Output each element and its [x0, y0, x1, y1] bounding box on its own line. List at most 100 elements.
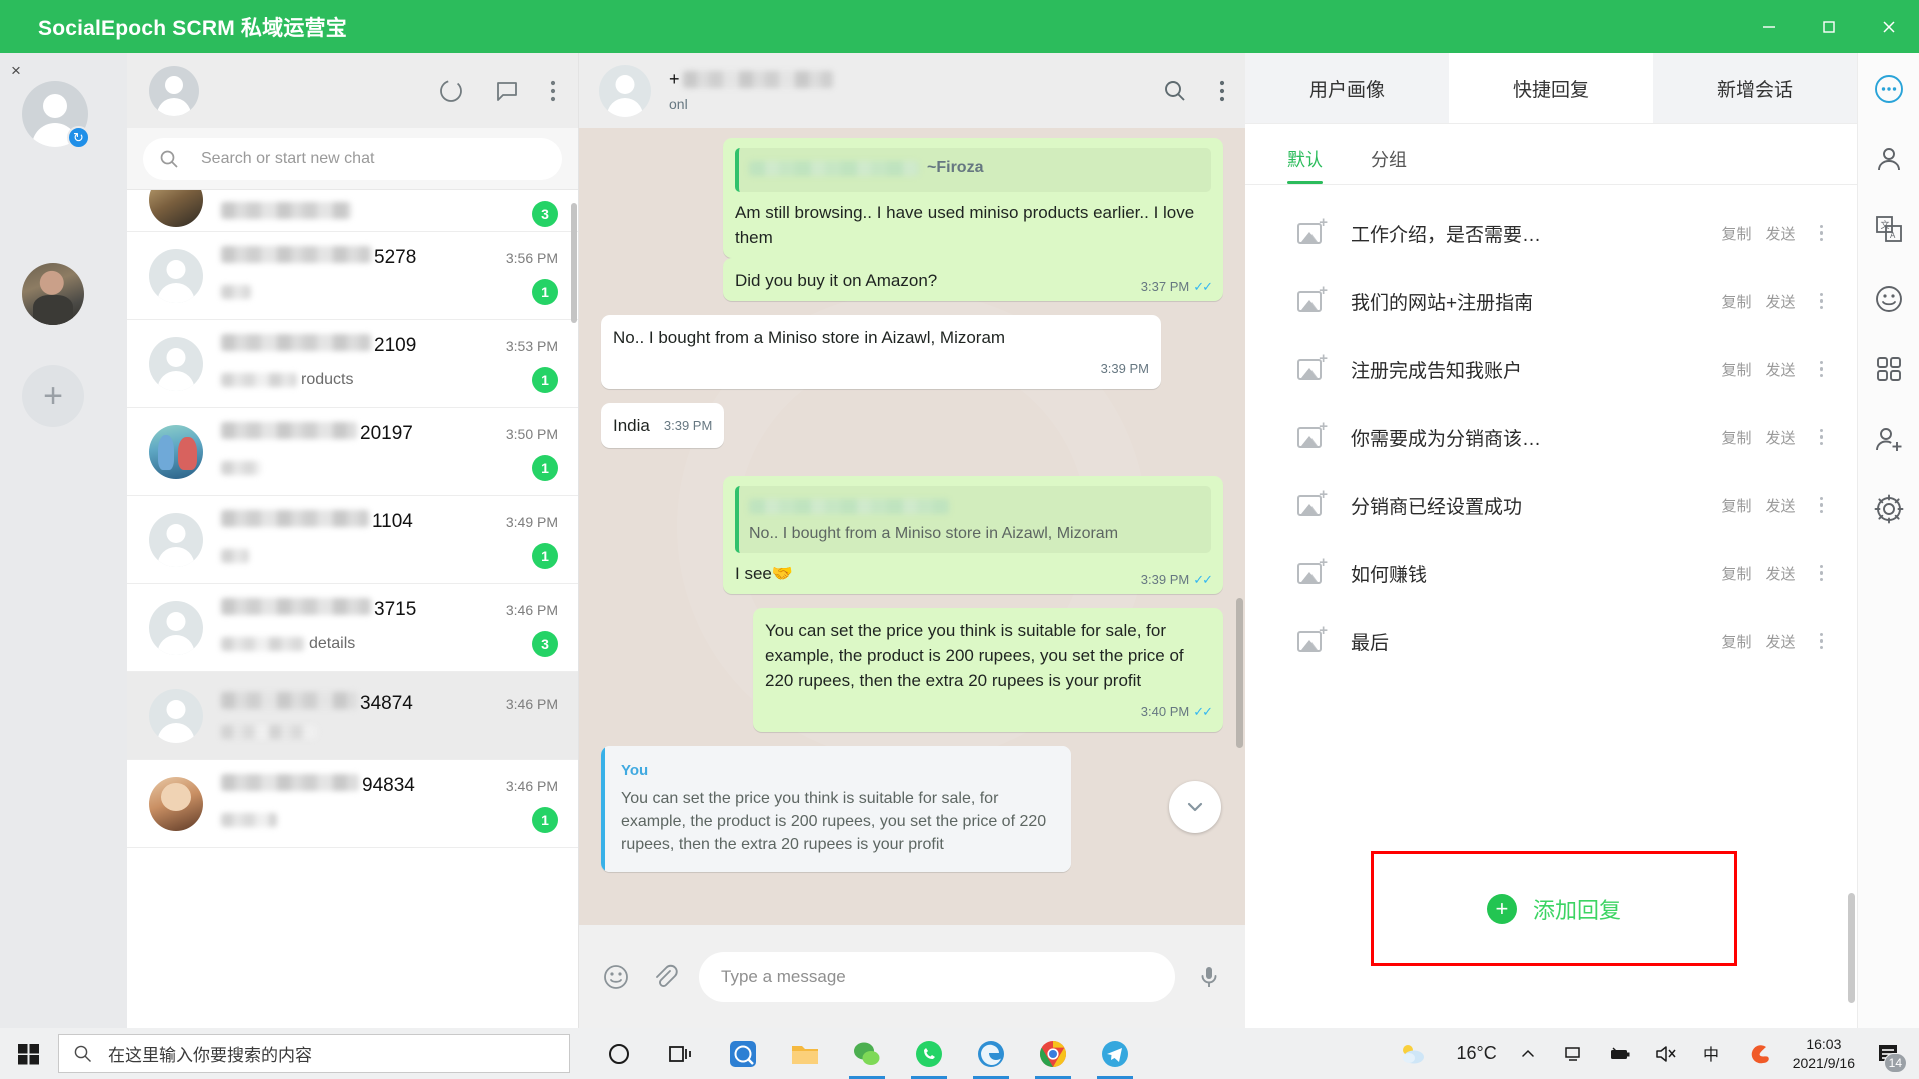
task-view-icon[interactable] — [654, 1028, 708, 1079]
kebab-menu-icon[interactable] — [550, 79, 556, 103]
send-button[interactable]: 发送 — [1765, 427, 1795, 448]
list-item[interactable]: 2109 3:53 PM roducts 1 — [127, 320, 578, 408]
apps-grid-icon[interactable] — [1867, 347, 1911, 391]
copy-button[interactable]: 复制 — [1721, 359, 1751, 380]
app-title: SocialEpoch SCRM 私域运营宝 — [38, 16, 347, 40]
subtab-default[interactable]: 默认 — [1287, 146, 1323, 184]
chevron-down-icon[interactable] — [1169, 781, 1221, 833]
send-button[interactable]: 发送 — [1765, 495, 1795, 516]
unread-badge: 3 — [532, 631, 558, 657]
message-text: Did you buy it on Amazon? — [735, 271, 938, 290]
rail-account-photo[interactable] — [22, 263, 84, 325]
new-chat-icon[interactable] — [494, 78, 520, 104]
kebab-menu-icon[interactable] — [1219, 79, 1225, 103]
message-text: Am still browsing.. I have used miniso p… — [735, 203, 1195, 247]
chat-bubble-icon[interactable] — [1867, 67, 1911, 111]
clock[interactable]: 16:03 2021/9/16 — [1793, 1035, 1855, 1073]
rail-active-account[interactable]: ↻ — [22, 81, 90, 149]
telegram-icon[interactable] — [1088, 1028, 1142, 1079]
messages-area[interactable]: ~Firoza Am still browsing.. I have used … — [579, 128, 1245, 925]
send-button[interactable]: 发送 — [1765, 563, 1795, 584]
list-item[interactable]: 3 — [127, 190, 578, 232]
scrm-scrollbar[interactable] — [1848, 893, 1855, 1003]
minimize-icon[interactable] — [1739, 0, 1799, 53]
list-item[interactable]: + 你需要成为分销商该… 复制 发送 — [1245, 403, 1857, 471]
copy-button[interactable]: 复制 — [1721, 291, 1751, 312]
conversation-scrollbar[interactable] — [1236, 598, 1243, 748]
sogou-icon[interactable] — [1743, 1028, 1777, 1079]
list-item[interactable]: + 如何赚钱 复制 发送 — [1245, 539, 1857, 607]
rail-close-icon[interactable]: × — [6, 61, 26, 81]
chat-list-scrollbar[interactable] — [571, 203, 577, 323]
avatar[interactable] — [599, 64, 651, 117]
add-reply-button[interactable]: + 添加回复 — [1371, 851, 1737, 966]
taskbar-search-input[interactable]: 在这里输入你要搜索的内容 — [58, 1034, 570, 1073]
chrome-icon[interactable] — [1026, 1028, 1080, 1079]
tab-user-profile[interactable]: 用户画像 — [1245, 53, 1449, 123]
edge-icon[interactable] — [964, 1028, 1018, 1079]
close-icon[interactable] — [1859, 0, 1919, 53]
copy-button[interactable]: 复制 — [1721, 427, 1751, 448]
add-user-icon[interactable] — [1867, 417, 1911, 461]
translate-icon[interactable]: 文A — [1867, 207, 1911, 251]
notification-icon[interactable]: 14 — [1871, 1037, 1907, 1073]
chevron-up-icon[interactable] — [1513, 1028, 1543, 1079]
kebab-menu-icon[interactable] — [1819, 360, 1823, 378]
list-item[interactable]: 34874 3:46 PM — [127, 672, 578, 760]
send-button[interactable]: 发送 — [1765, 359, 1795, 380]
list-item[interactable]: 94834 3:46 PM 1 — [127, 760, 578, 848]
cortana-circle-icon[interactable] — [592, 1028, 646, 1079]
settings-gear-icon[interactable] — [1867, 487, 1911, 531]
whatsapp-icon[interactable] — [902, 1028, 956, 1079]
kebab-menu-icon[interactable] — [1819, 428, 1823, 446]
kebab-menu-icon[interactable] — [1819, 496, 1823, 514]
tab-quick-reply[interactable]: 快捷回复 — [1449, 53, 1653, 123]
kebab-menu-icon[interactable] — [1819, 632, 1823, 650]
list-item[interactable]: 20197 3:50 PM 1 — [127, 408, 578, 496]
search-icon[interactable] — [1163, 79, 1187, 103]
tab-new-session[interactable]: 新增会话 — [1653, 53, 1857, 123]
status-ring-icon[interactable] — [438, 78, 464, 104]
emoji-icon[interactable] — [601, 962, 631, 992]
copy-button[interactable]: 复制 — [1721, 631, 1751, 652]
list-item[interactable]: 5278 3:56 PM 1 — [127, 232, 578, 320]
copy-button[interactable]: 复制 — [1721, 563, 1751, 584]
list-item[interactable]: 3715 3:46 PM details 3 — [127, 584, 578, 672]
send-button[interactable]: 发送 — [1765, 223, 1795, 244]
ime-chinese-icon[interactable]: 中 — [1697, 1028, 1727, 1079]
copy-button[interactable]: 复制 — [1721, 223, 1751, 244]
volume-muted-icon[interactable] — [1651, 1028, 1681, 1079]
list-item[interactable]: + 我们的网站+注册指南 复制 发送 — [1245, 267, 1857, 335]
maximize-icon[interactable] — [1799, 0, 1859, 53]
search-input[interactable]: Search or start new chat — [143, 137, 562, 180]
kebab-menu-icon[interactable] — [1819, 292, 1823, 310]
file-explorer-icon[interactable] — [778, 1028, 832, 1079]
kebab-menu-icon[interactable] — [1819, 224, 1823, 242]
quote-author: ~Firoza — [749, 155, 1201, 180]
contact-icon[interactable] — [1867, 137, 1911, 181]
sticker-icon[interactable] — [1867, 277, 1911, 321]
list-item[interactable]: + 分销商已经设置成功 复制 发送 — [1245, 471, 1857, 539]
copy-button[interactable]: 复制 — [1721, 495, 1751, 516]
list-item[interactable]: + 最后 复制 发送 — [1245, 607, 1857, 675]
paperclip-icon[interactable] — [651, 963, 679, 991]
profile-avatar[interactable] — [149, 65, 199, 116]
chat-items-container[interactable]: 3 5278 3:56 PM 1 2109 3:53 PM roducts 1 … — [127, 190, 578, 1028]
add-account-button[interactable]: + — [22, 365, 84, 427]
kebab-menu-icon[interactable] — [1819, 564, 1823, 582]
wechat-icon[interactable] — [840, 1028, 894, 1079]
avatar — [149, 336, 203, 391]
send-button[interactable]: 发送 — [1765, 291, 1795, 312]
subtab-group[interactable]: 分组 — [1371, 146, 1407, 184]
battery-icon[interactable] — [1605, 1028, 1635, 1079]
send-button[interactable]: 发送 — [1765, 631, 1795, 652]
list-item[interactable]: 1104 3:49 PM 1 — [127, 496, 578, 584]
partly-cloudy-icon[interactable] — [1386, 1028, 1440, 1079]
message-input[interactable]: Type a message — [699, 951, 1175, 1002]
network-icon[interactable] — [1559, 1028, 1589, 1079]
browser-blue-icon[interactable] — [716, 1028, 770, 1079]
microphone-icon[interactable] — [1195, 963, 1223, 991]
list-item[interactable]: + 工作介绍，是否需要… 复制 发送 — [1245, 199, 1857, 267]
list-item[interactable]: + 注册完成告知我账户 复制 发送 — [1245, 335, 1857, 403]
windows-start-icon[interactable] — [0, 1028, 58, 1079]
